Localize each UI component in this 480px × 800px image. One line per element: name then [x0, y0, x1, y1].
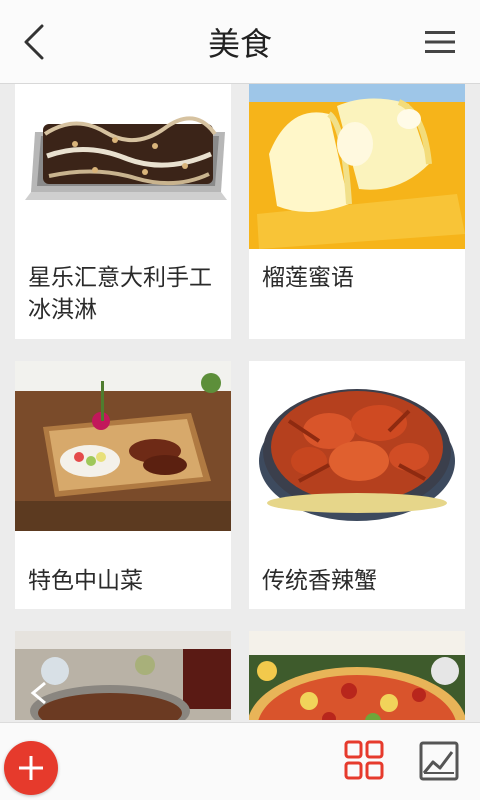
food-name: 特色中山菜: [28, 568, 143, 594]
gallery-view-button[interactable]: [418, 740, 460, 782]
grid-view-button[interactable]: [344, 740, 384, 780]
food-name: 传统香辣蟹: [262, 568, 377, 594]
food-card[interactable]: 星乐汇意大利手工冰淇淋: [15, 84, 231, 339]
food-photo: [249, 84, 465, 249]
food-card[interactable]: 特色中山菜: [15, 361, 231, 609]
food-photo: [249, 631, 465, 720]
food-photo: [15, 84, 231, 234]
menu-button[interactable]: [420, 22, 460, 62]
food-name: 星乐汇意大利手工冰淇淋: [28, 265, 212, 323]
food-card[interactable]: [249, 631, 465, 720]
image-gallery-icon: [419, 741, 459, 781]
grid-view-icon: [344, 740, 384, 780]
food-card[interactable]: [15, 631, 231, 720]
food-card[interactable]: 榴莲蜜语: [249, 84, 465, 339]
food-name: 榴莲蜜语: [262, 265, 354, 291]
food-photo: [249, 361, 465, 531]
food-grid: 星乐汇意大利手工冰淇淋 榴莲蜜语 特色中山菜 传统香辣蟹: [0, 84, 480, 720]
chevron-left-icon: [24, 24, 44, 60]
food-card[interactable]: 传统香辣蟹: [249, 361, 465, 609]
food-photo: [15, 631, 231, 720]
bottom-toolbar: [0, 722, 480, 800]
add-button[interactable]: [4, 741, 58, 795]
food-photo: [15, 361, 231, 531]
plus-icon: [19, 756, 43, 780]
top-app-bar: 美食: [0, 0, 480, 84]
hamburger-menu-icon: [425, 31, 455, 53]
back-button[interactable]: [14, 22, 54, 62]
page-title: 美食: [207, 25, 272, 63]
